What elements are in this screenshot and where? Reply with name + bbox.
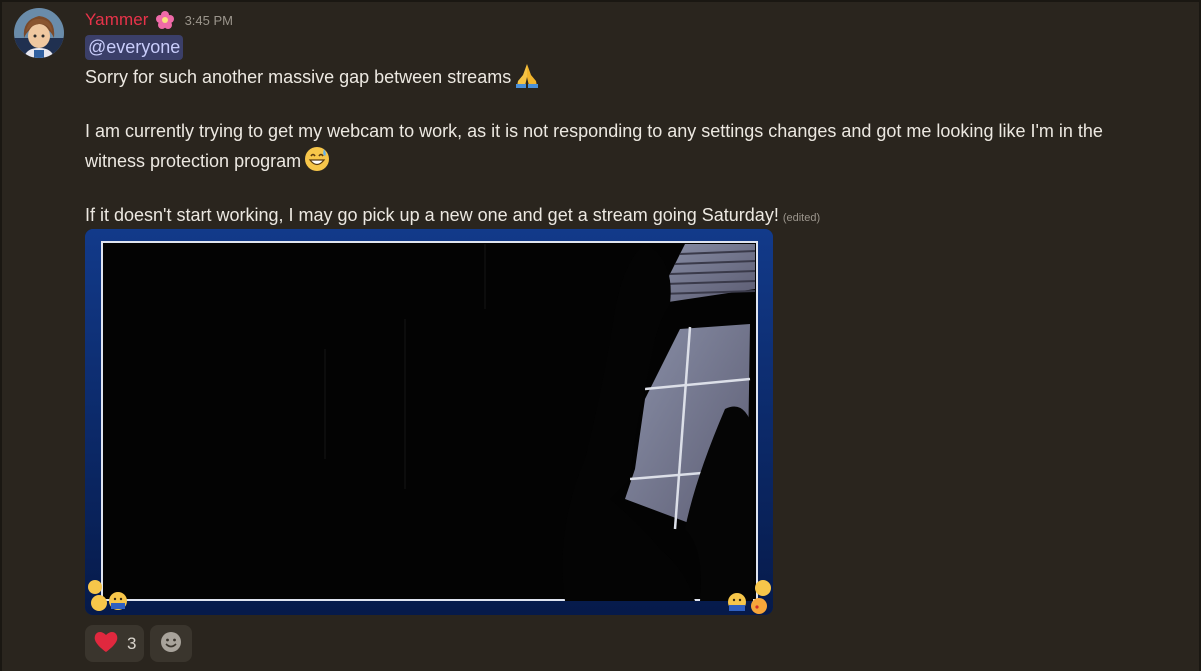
image-attachment[interactable] (85, 229, 773, 615)
message-text: witness protection program (85, 151, 302, 171)
message-line-4: If it doesn't start working, I may go pi… (85, 202, 1185, 232)
avatar[interactable] (14, 8, 64, 58)
heart-icon (93, 630, 119, 658)
reactions-bar: 3 (85, 625, 193, 662)
message-line-1: Sorry for such another massive gap betwe… (85, 61, 1185, 91)
username[interactable]: Yammer (85, 10, 149, 30)
flower-icon[interactable] (155, 10, 175, 30)
reaction-heart[interactable]: 3 (85, 625, 145, 662)
message-line-3: witness protection program (85, 145, 1185, 175)
message-text: Sorry for such another massive gap betwe… (85, 67, 512, 87)
everyone-mention[interactable]: @everyone (85, 35, 184, 60)
add-reaction-icon (160, 631, 182, 657)
add-reaction-button[interactable] (150, 625, 193, 662)
chat-message: Yammer 3:45 PM @everyone Sorry for such … (2, 2, 1199, 671)
message-header: Yammer 3:45 PM (85, 8, 233, 32)
edited-label: (edited) (782, 212, 821, 224)
page: Yammer 3:45 PM @everyone Sorry for such … (0, 0, 1201, 671)
reaction-count: 3 (127, 633, 137, 653)
folded-hands-icon (513, 61, 541, 89)
message-text: If it doesn't start working, I may go pi… (85, 205, 779, 225)
grinning-sweat-icon (303, 145, 331, 173)
message-line-2: I am currently trying to get my webcam t… (85, 118, 1185, 145)
timestamp: 3:45 PM (184, 12, 233, 28)
mention-line: @everyone (85, 34, 1185, 61)
message-content: @everyone Sorry for such another massive… (85, 34, 1185, 232)
message-text: I am currently trying to get my webcam t… (85, 121, 1103, 141)
